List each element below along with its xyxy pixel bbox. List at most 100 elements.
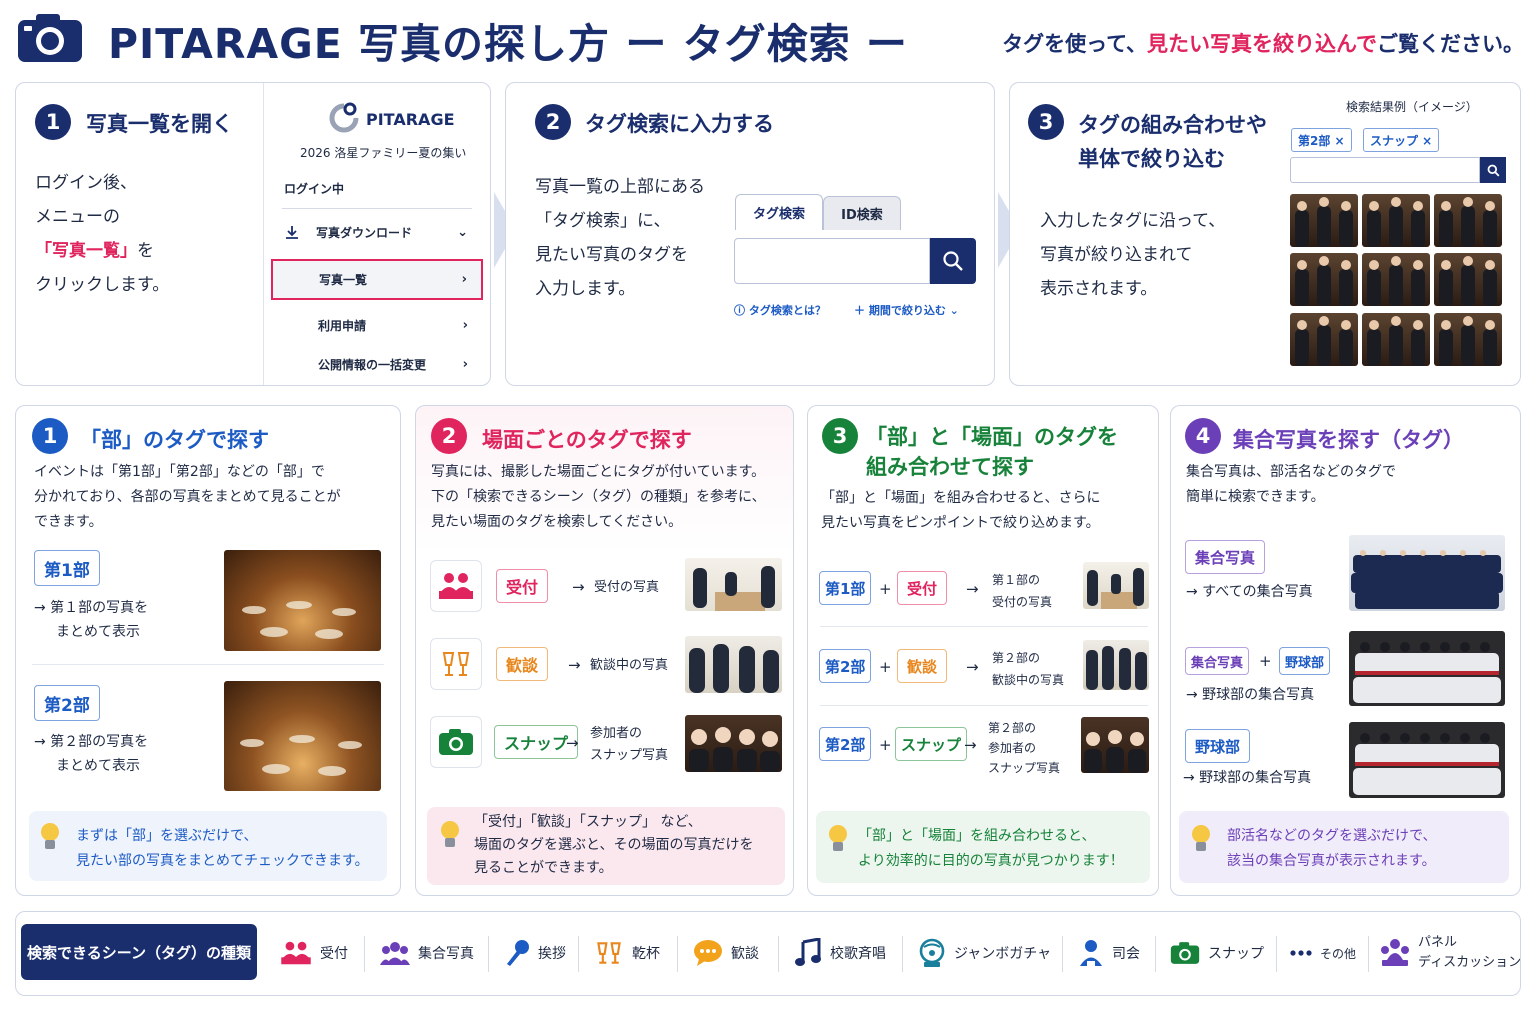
result-search-button[interactable] [1480, 157, 1506, 183]
step2-text: 写真一覧の上部にある 「タグ検索」に、 見たい写真のタグを 入力します。 [535, 177, 705, 299]
period-filter-link[interactable]: ＋ 期間で絞り込む ⌄ [854, 302, 959, 318]
legend-item-panel-discussion: パネル ディスカッション [1380, 930, 1521, 976]
lightbulb-icon [1192, 825, 1210, 851]
menu-item-bulk-public-info[interactable]: 公開情報の一括変更 › [272, 344, 482, 384]
page-title: PITARAGE 写真の探し方 ー タグ検索 ー [108, 20, 908, 68]
pitarage-logo-icon [329, 102, 359, 133]
tag-search-input[interactable] [734, 238, 930, 284]
combo-chip-snap[interactable]: スナップ [895, 727, 968, 761]
result-thumbnail[interactable] [1434, 253, 1502, 306]
search-button[interactable] [930, 238, 976, 284]
result-thumbnail[interactable] [1290, 194, 1358, 247]
tag-chip-group-photo-2[interactable]: 集合写真 [1185, 647, 1250, 675]
step3-text: 入力したタグに沿って、 写真が絞り込まれて 表示されます。 [1040, 211, 1226, 299]
result-chip-snap[interactable]: スナップ × [1363, 128, 1440, 152]
search-result-example-label: 検索結果例（イメージ） [1346, 100, 1478, 114]
tag-chip-baseball[interactable]: 野球部 [1279, 647, 1331, 675]
photo-combo-snap [1081, 717, 1149, 773]
result-thumbnail[interactable] [1290, 313, 1358, 366]
combo-chip-part2-b[interactable]: 第2部 [819, 727, 872, 761]
legend-item-group-photo: 集合写真 [380, 930, 474, 976]
camera-icon [439, 729, 473, 755]
section3-number: 3 [822, 418, 858, 454]
combo-chip-reception[interactable]: 受付 [897, 571, 948, 605]
tag-chip-reception[interactable]: 受付 [496, 569, 549, 603]
tag-search-help-link[interactable]: ⓘ タグ検索とは？ [734, 302, 826, 318]
photo-baseball-team-1 [1349, 631, 1505, 706]
menu-item-photo-download[interactable]: 写真ダウンロード ⌄ [272, 212, 482, 252]
photo-group-all [1349, 535, 1505, 611]
chevron-right-icon: › [462, 356, 468, 372]
section3-tip-text: 「部」と「場面」を組み合わせると、 より効率的に目的の写真が見つかります！ [858, 828, 1124, 869]
result-thumbnail[interactable] [1434, 313, 1502, 366]
section4-result-b: → 野球部の集合写真 [1186, 687, 1315, 703]
legend-item-toast: 乾杯 [594, 930, 660, 976]
result-thumbnail[interactable] [1434, 194, 1502, 247]
tag-chip-group-photo[interactable]: 集合写真 [1185, 540, 1266, 574]
photo-combo-conversation [1083, 640, 1149, 690]
section1-result-b: → 第２部の写真を まとめて表示 [34, 734, 149, 774]
group-icon [380, 942, 410, 965]
lightbulb-icon [441, 821, 459, 847]
photo-banquet-part1 [224, 550, 381, 651]
legend-item-school-song: 校歌斉唱 [794, 930, 886, 976]
combo-chip-part2-a[interactable]: 第2部 [819, 649, 872, 683]
tag-chip-baseball-2[interactable]: 野球部 [1185, 729, 1251, 763]
tag-chip-part2[interactable]: 第2部 [34, 685, 100, 721]
photo-conversation [685, 636, 782, 693]
menu-item-photo-list[interactable]: 写真一覧 › [271, 259, 483, 300]
section1-description: イベントは「第1部」「第2部」などの「部」で 分かれており、各部の写真をまとめて見… [34, 464, 341, 530]
chevron-right-icon: › [462, 317, 468, 333]
menu-login-status: ログイン中 [284, 182, 345, 196]
legend-item-other: その他 [1290, 930, 1356, 976]
reception-icon [439, 573, 473, 599]
toast-icon-box [430, 638, 482, 690]
section2-result-conversation: 歓談中の写真 [590, 658, 669, 673]
camera-logo-icon [18, 14, 82, 62]
photo-reception [685, 558, 782, 611]
toast-icon [597, 942, 621, 964]
camera-icon [1170, 942, 1200, 964]
step1-text: ログイン後、 メニューの 「写真一覧」を クリックします。 [35, 173, 170, 295]
legend-item-greeting: 挨拶 [504, 930, 566, 976]
tab-tag-search[interactable]: タグ検索 [735, 194, 823, 230]
result-search-input[interactable] [1290, 157, 1480, 183]
toast-icon [442, 652, 470, 676]
result-thumbnail[interactable] [1362, 313, 1430, 366]
tag-chip-conversation[interactable]: 歓談 [496, 647, 549, 681]
menu-item-usage-application[interactable]: 利用申請 › [272, 305, 482, 345]
section2-result-snap: 参加者の スナップ写真 [590, 726, 669, 763]
result-thumbnail[interactable] [1362, 194, 1430, 247]
page-subtitle: タグを使って、見たい写真を絞り込んでご覧ください。 [1002, 32, 1524, 56]
section4-description: 集合写真は、部活名などのタグで 簡単に検索できます。 [1186, 464, 1396, 505]
combo-chip-part1[interactable]: 第1部 [819, 571, 872, 605]
legend-title: 検索できるシーン（タグ）の種類 [21, 924, 257, 980]
result-chip-part2[interactable]: 第2部 × [1291, 128, 1352, 152]
section2-number: 2 [431, 418, 467, 454]
step1-title: 写真一覧を開く [86, 112, 233, 136]
menu-logo-text: PITARAGE [366, 110, 455, 129]
legend-item-conversation: 歓談 [693, 930, 759, 976]
combo-chip-conversation[interactable]: 歓談 [897, 649, 948, 683]
photo-snap [685, 715, 782, 772]
section1-tip-text: まずは「部」を選ぶだけで、 見たい部の写真をまとめてチェックできます。 [76, 828, 369, 869]
photo-combo-reception [1083, 562, 1149, 609]
tag-chip-part1[interactable]: 第1部 [34, 550, 100, 586]
legend-item-mc: 司会 [1078, 930, 1140, 976]
chevron-right-icon: › [461, 272, 467, 287]
tab-id-search[interactable]: ID検索 [823, 196, 901, 230]
chat-bubble-icon [694, 940, 722, 966]
combo-result-1: 第１部の 受付の写真 [992, 573, 1053, 609]
result-thumbnail[interactable] [1290, 253, 1358, 306]
section4-title: 集合写真を探す（タグ） [1233, 428, 1464, 452]
panel-icon [1381, 939, 1409, 966]
camera-icon-box [430, 716, 482, 768]
lightbulb-icon [41, 823, 59, 849]
combo-result-2: 第２部の 歓談中の写真 [992, 651, 1065, 687]
result-thumbnail[interactable] [1362, 253, 1430, 306]
chevron-down-icon: ⌄ [457, 224, 468, 240]
step2-title: タグ検索に入力する [585, 112, 774, 136]
person-icon [1080, 940, 1102, 966]
section1-title: 「部」のタグで探す [80, 428, 269, 452]
section4-tip-text: 部活名などのタグを選ぶだけで、 該当の集合写真が表示されます。 [1227, 828, 1437, 869]
